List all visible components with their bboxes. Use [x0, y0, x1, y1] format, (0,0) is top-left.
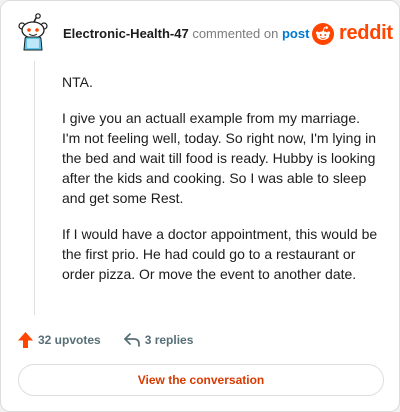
reddit-wordmark: reddit: [339, 22, 393, 44]
comment-paragraph: If I would have a doctor appointment, th…: [62, 226, 378, 282]
upvote-button[interactable]: 32 upvotes: [17, 331, 101, 349]
reddit-logo-icon: [312, 22, 334, 45]
replies-button[interactable]: 3 replies: [123, 332, 194, 348]
post-link[interactable]: post: [282, 26, 309, 41]
username-link[interactable]: Electronic-Health-47: [63, 26, 189, 41]
reddit-brand[interactable]: reddit: [312, 22, 393, 45]
action-text: commented on: [192, 26, 279, 41]
comment-paragraph: I give you an actuall example from my ma…: [62, 110, 377, 206]
comment-header: Electronic-Health-47 commented on post: [63, 26, 309, 41]
reply-arrow-icon: [123, 333, 140, 347]
thread-line[interactable]: [34, 61, 35, 315]
comment-actions: 32 upvotes 3 replies: [17, 331, 193, 349]
comment-card: Electronic-Health-47 commented on post r…: [0, 0, 400, 412]
upvote-arrow-icon: [18, 332, 33, 348]
comment-body: NTA. I give you an actuall example from …: [62, 72, 378, 300]
comment-paragraph: NTA.: [62, 74, 93, 90]
upvote-count: 32 upvotes: [38, 333, 101, 347]
replies-count: 3 replies: [144, 333, 194, 347]
user-avatar-icon[interactable]: [17, 13, 49, 53]
view-conversation-button[interactable]: View the conversation: [18, 364, 384, 396]
